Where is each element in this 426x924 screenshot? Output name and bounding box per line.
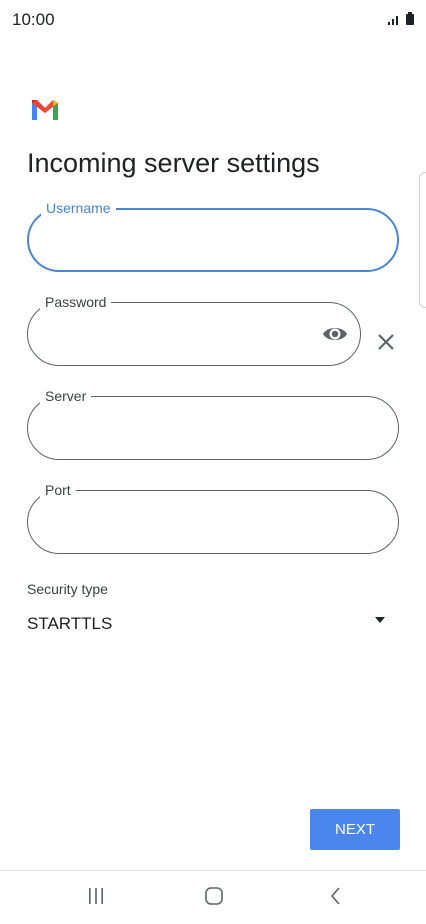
edge-panel-handle[interactable] xyxy=(419,172,426,308)
security-type-label: Security type xyxy=(27,581,108,597)
gmail-logo xyxy=(32,100,58,120)
port-label: Port xyxy=(40,481,76,499)
password-field[interactable]: Password xyxy=(27,293,361,366)
back-icon[interactable] xyxy=(326,886,346,906)
password-label: Password xyxy=(40,293,112,311)
security-type-select[interactable]: STARTTLS xyxy=(27,614,112,634)
port-input[interactable] xyxy=(48,505,332,539)
status-time: 10:00 xyxy=(12,10,55,29)
battery-icon xyxy=(406,12,414,25)
page-title: Incoming server settings xyxy=(27,148,320,178)
password-input[interactable] xyxy=(48,317,302,351)
signal-icon xyxy=(388,16,398,25)
eye-icon[interactable] xyxy=(322,323,348,345)
username-field[interactable]: Username xyxy=(27,199,399,272)
dropdown-arrow-icon[interactable] xyxy=(370,612,390,628)
next-button[interactable]: NEXT xyxy=(310,809,400,850)
close-icon[interactable] xyxy=(374,330,398,354)
username-label: Username xyxy=(41,199,116,217)
status-icons xyxy=(388,12,414,25)
home-icon[interactable] xyxy=(204,886,224,906)
port-field[interactable]: Port xyxy=(27,481,399,554)
status-bar: 10:00 xyxy=(0,0,426,40)
username-input[interactable] xyxy=(49,224,333,258)
server-input[interactable] xyxy=(48,411,332,445)
server-label: Server xyxy=(40,387,92,405)
recent-apps-icon[interactable] xyxy=(86,886,106,906)
server-field[interactable]: Server xyxy=(27,387,399,460)
